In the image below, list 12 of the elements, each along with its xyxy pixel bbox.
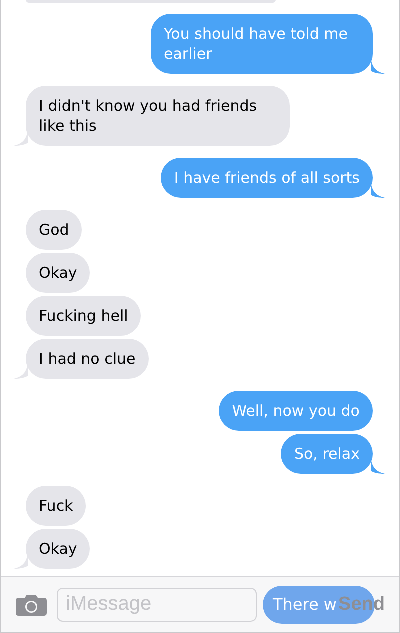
camera-icon[interactable]: [16, 594, 47, 616]
message-bubble: Okay: [26, 253, 90, 293]
message-bubble: Fuck: [26, 486, 86, 526]
message-bubble: I didn't know you had friends like this: [26, 86, 290, 146]
message-bubble: I have friends of all sorts: [161, 158, 373, 198]
message-bubble: Fucking hell: [26, 296, 142, 336]
message-bubble: Well, now you do: [219, 391, 373, 431]
message-bubble: You should have told me earlier: [151, 14, 373, 74]
message-bubble: Okay: [26, 529, 90, 569]
message-bubble: God: [26, 210, 82, 250]
message-bubble: So, relax: [281, 434, 373, 474]
message-bubble: I had no clue: [26, 339, 149, 379]
